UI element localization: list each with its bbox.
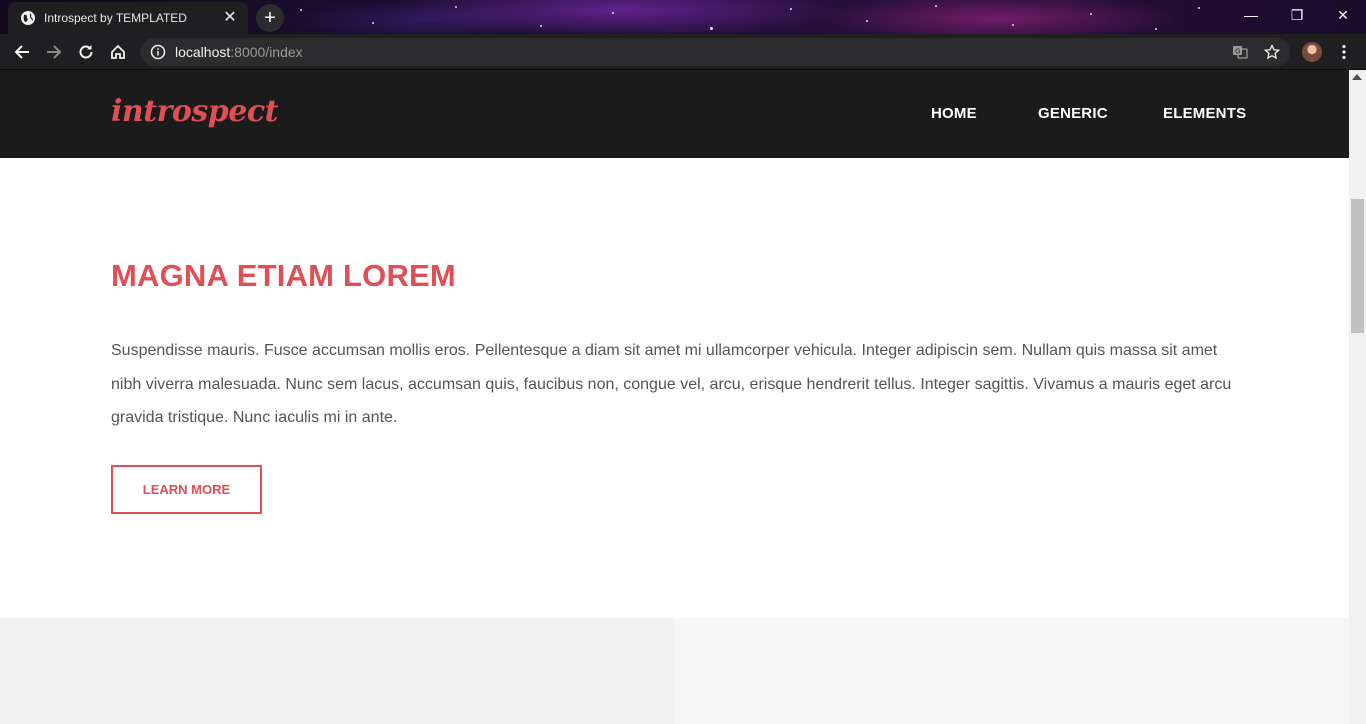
nav-generic[interactable]: GENERIC xyxy=(1038,105,1108,122)
forward-icon[interactable] xyxy=(42,40,66,64)
learn-more-button[interactable]: LEARN MORE xyxy=(111,465,262,514)
browser-toolbar: localhost:8000/index G xyxy=(0,34,1366,70)
minimize-button[interactable]: — xyxy=(1228,0,1274,30)
address-bar[interactable]: localhost:8000/index xyxy=(140,38,1290,66)
site-logo[interactable]: introspect xyxy=(111,94,278,129)
page-scrollbar[interactable] xyxy=(1349,70,1366,724)
browser-titlebar: Introspect by TEMPLATED ✕ + — ❐ ✕ xyxy=(0,0,1366,34)
bookmark-star-icon[interactable] xyxy=(1262,42,1282,62)
svg-text:G: G xyxy=(1235,48,1240,56)
new-tab-button[interactable]: + xyxy=(256,4,284,32)
profile-avatar[interactable] xyxy=(1302,42,1322,62)
site-header: introspect HOME GENERIC ELEMENTS xyxy=(0,70,1349,158)
banner-text: Suspendisse mauris. Fusce accumsan molli… xyxy=(111,342,1232,426)
reload-icon[interactable] xyxy=(74,40,98,64)
tab-title: Introspect by TEMPLATED xyxy=(44,11,187,25)
home-icon[interactable] xyxy=(106,40,130,64)
scroll-up-arrow[interactable] xyxy=(1352,74,1362,80)
close-window-button[interactable]: ✕ xyxy=(1320,0,1366,30)
restore-button[interactable]: ❐ xyxy=(1274,0,1320,30)
translate-icon[interactable]: G xyxy=(1230,42,1250,62)
page-viewport: introspect HOME GENERIC ELEMENTS MAGNA E… xyxy=(0,70,1349,724)
globe-icon xyxy=(21,11,35,25)
menu-icon[interactable] xyxy=(1334,42,1354,62)
back-icon[interactable] xyxy=(10,40,34,64)
feature-panel-left xyxy=(0,618,674,724)
scrollbar-thumb[interactable] xyxy=(1351,199,1364,333)
browser-tab[interactable]: Introspect by TEMPLATED ✕ xyxy=(8,2,248,34)
nav-elements[interactable]: ELEMENTS xyxy=(1163,105,1246,122)
feature-panel-right xyxy=(674,618,1349,724)
nav-home[interactable]: HOME xyxy=(931,105,977,122)
banner-title: MAGNA ETIAM LOREM xyxy=(111,258,456,293)
url-path: :8000/index xyxy=(230,44,303,60)
url-host: localhost xyxy=(175,44,231,60)
info-icon[interactable] xyxy=(150,44,166,60)
tab-close-icon[interactable]: ✕ xyxy=(222,10,238,26)
